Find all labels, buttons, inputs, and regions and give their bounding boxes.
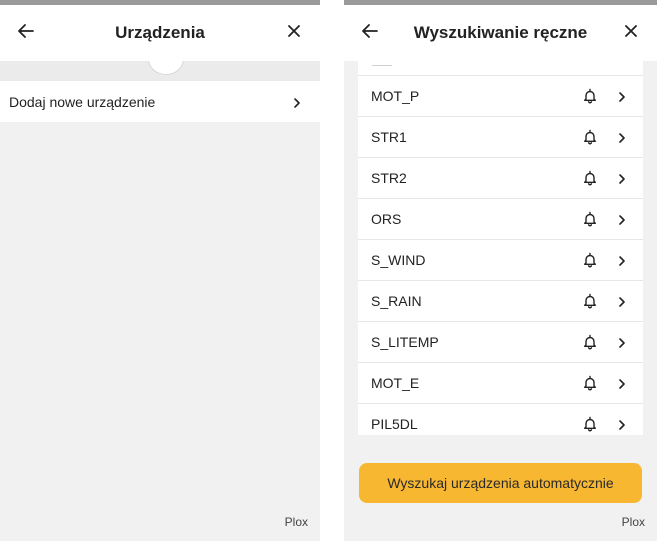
page-title: Urządzenia: [115, 23, 205, 42]
list-item[interactable]: STR2: [358, 157, 643, 198]
back-arrow-icon[interactable]: [14, 19, 38, 43]
bell-icon[interactable]: [582, 252, 598, 268]
chevron-right-icon[interactable]: [616, 90, 628, 102]
brand-footer: Plox: [284, 515, 308, 529]
back-arrow-icon[interactable]: [358, 19, 382, 43]
chevron-right-icon[interactable]: [616, 418, 628, 430]
manual-search-screen: Wyszukiwanie ręczne MOT_P STR1 STR2 ORS: [344, 0, 657, 541]
bell-icon[interactable]: [582, 334, 598, 350]
devices-screen: Urządzenia Dodaj nowe urządzenie Plox: [0, 0, 320, 541]
chevron-right-icon[interactable]: [616, 131, 628, 143]
chevron-right-icon[interactable]: [616, 254, 628, 266]
list-item[interactable]: ORS: [358, 198, 643, 239]
close-icon[interactable]: [619, 19, 643, 43]
chevron-right-icon[interactable]: [616, 336, 628, 348]
add-device-row[interactable]: Dodaj nowe urządzenie: [0, 81, 320, 122]
bell-icon[interactable]: [582, 375, 598, 391]
list-item[interactable]: MOT_P: [358, 75, 643, 116]
bell-icon[interactable]: [582, 170, 598, 186]
pull-handle[interactable]: [148, 61, 184, 75]
add-device-label: Dodaj nowe urządzenie: [9, 93, 156, 110]
chevron-right-icon[interactable]: [616, 172, 628, 184]
device-name: STR1: [371, 129, 407, 145]
device-name: ORS: [371, 211, 402, 227]
close-icon[interactable]: [282, 19, 306, 43]
clipped-list-item: [372, 61, 392, 66]
auto-search-button[interactable]: Wyszukaj urządzenia automatycznie: [359, 463, 642, 503]
bell-icon[interactable]: [582, 211, 598, 227]
bell-icon[interactable]: [582, 416, 598, 432]
device-name: STR2: [371, 170, 407, 186]
chevron-right-icon[interactable]: [616, 295, 628, 307]
bell-icon[interactable]: [582, 88, 598, 104]
list-item[interactable]: S_WIND: [358, 239, 643, 280]
manual-search-header: Wyszukiwanie ręczne: [344, 5, 657, 61]
brand-footer: Plox: [621, 515, 645, 529]
chevron-right-icon[interactable]: [616, 377, 628, 389]
chevron-right-icon: [291, 96, 303, 108]
device-name: MOT_P: [371, 88, 420, 104]
collapsed-banner: [0, 61, 320, 81]
device-name: S_WIND: [371, 252, 426, 268]
list-item[interactable]: STR1: [358, 116, 643, 157]
list-item[interactable]: S_RAIN: [358, 280, 643, 321]
device-name: MOT_E: [371, 375, 420, 391]
device-list: MOT_P STR1 STR2 ORS S_WIND S_RAIN S_LITE…: [358, 61, 643, 435]
device-name: S_RAIN: [371, 293, 422, 309]
list-item[interactable]: PIL5DL: [358, 403, 643, 435]
device-name: PIL5DL: [371, 416, 418, 432]
chevron-right-icon[interactable]: [616, 213, 628, 225]
bell-icon[interactable]: [582, 129, 598, 145]
list-item[interactable]: S_LITEMP: [358, 321, 643, 362]
list-item[interactable]: MOT_E: [358, 362, 643, 403]
device-name: S_LITEMP: [371, 334, 439, 350]
bell-icon[interactable]: [582, 293, 598, 309]
devices-header: Urządzenia: [0, 5, 320, 61]
page-title: Wyszukiwanie ręczne: [413, 23, 588, 42]
